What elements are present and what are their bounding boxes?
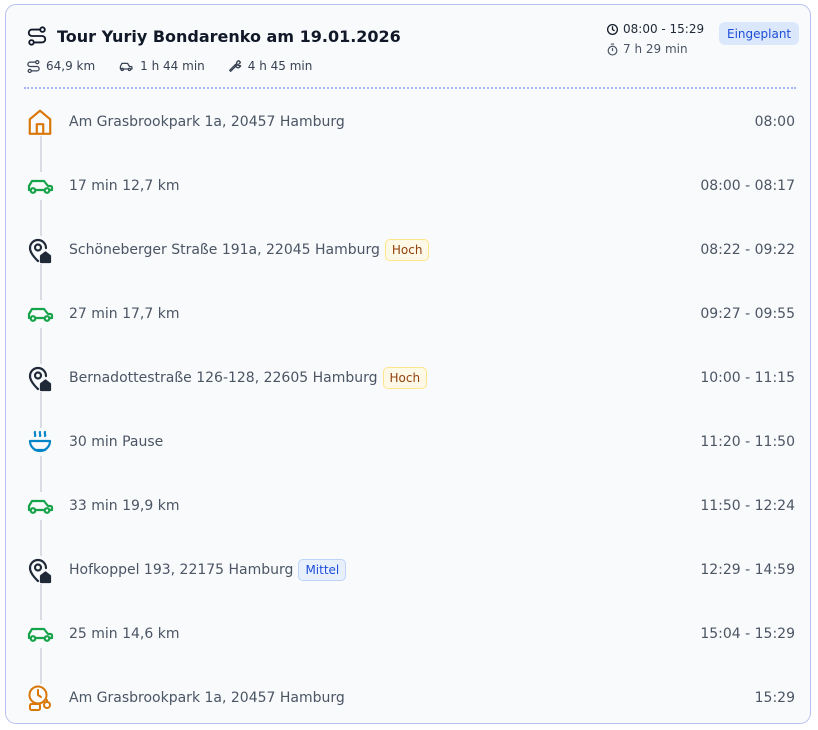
location-pin-icon <box>26 556 54 584</box>
timeline-row-drive[interactable]: 17 min 12,7 km 08:00 - 08:17 <box>6 154 810 218</box>
stopwatch-icon <box>607 42 618 56</box>
tour-header: Tour Yuriy Bondarenko am 19.01.2026 64,9… <box>6 5 810 87</box>
timeline-row-drive[interactable]: 25 min 14,6 km 15:04 - 15:29 <box>6 602 810 666</box>
duration-row: 7 h 29 min <box>606 41 704 57</box>
stop-address: Schöneberger Straße 191a, 22045 Hamburg … <box>69 239 430 261</box>
time-info: 08:00 - 15:29 7 h 29 min <box>606 21 704 61</box>
wrench-icon <box>228 60 242 72</box>
car-icon <box>26 620 54 648</box>
stop-label: Schöneberger Straße 191a, 22045 Hamburg <box>69 242 380 258</box>
timeline-row-stop[interactable]: Hofkoppel 193, 22175 Hamburg Mittel 12:2… <box>6 538 810 602</box>
drive-time-value: 1 h 44 min <box>140 59 205 73</box>
car-icon <box>26 300 54 328</box>
stop-address: Am Grasbrookpark 1a, 20457 Hamburg <box>69 690 345 706</box>
status-badge: Eingeplant <box>719 22 800 45</box>
route-distance-icon <box>27 59 40 73</box>
timeline-row-drive[interactable]: 33 min 19,9 km 11:50 - 12:24 <box>6 474 810 538</box>
tour-card: Tour Yuriy Bondarenko am 19.01.2026 64,9… <box>5 4 811 724</box>
car-icon <box>26 172 54 200</box>
drive-info: 27 min 17,7 km <box>69 306 179 322</box>
timeline-row-drive[interactable]: 27 min 17,7 km 09:27 - 09:55 <box>6 282 810 346</box>
home-icon <box>26 108 54 136</box>
clock-end-icon <box>26 684 54 712</box>
drive-info: 17 min 12,7 km <box>69 178 179 194</box>
stop-label: Bernadottestraße 126-128, 22605 Hamburg <box>69 370 378 386</box>
timeline-row-pause[interactable]: 30 min Pause 11:20 - 11:50 <box>6 410 810 474</box>
priority-badge: Hoch <box>382 367 428 389</box>
stop-address: Bernadottestraße 126-128, 22605 Hamburg … <box>69 367 428 389</box>
distance-stat: 64,9 km <box>26 58 95 74</box>
work-time-stat: 4 h 45 min <box>227 58 313 74</box>
drive-time: 09:27 - 09:55 <box>700 306 795 322</box>
pause-time: 11:20 - 11:50 <box>700 434 795 450</box>
distance-value: 64,9 km <box>46 59 96 73</box>
drive-time-stat: 1 h 44 min <box>117 58 205 74</box>
drive-info: 33 min 19,9 km <box>69 498 179 514</box>
drive-time: 11:50 - 12:24 <box>700 498 795 514</box>
drive-label: 33 min 19,9 km <box>69 498 180 514</box>
location-pin-icon <box>26 364 54 392</box>
priority-badge: Hoch <box>384 239 430 261</box>
stop-label: Am Grasbrookpark 1a, 20457 Hamburg <box>69 114 345 130</box>
drive-time: 08:00 - 08:17 <box>700 178 795 194</box>
timeline-row-stop[interactable]: Schöneberger Straße 191a, 22045 Hamburg … <box>6 218 810 282</box>
stop-time: 08:22 - 09:22 <box>700 242 795 258</box>
stop-time: 08:00 <box>754 114 795 130</box>
drive-label: 27 min 17,7 km <box>69 306 180 322</box>
pause-label: 30 min Pause <box>69 434 164 450</box>
drive-label: 25 min 14,6 km <box>69 626 180 642</box>
duration: 7 h 29 min <box>623 42 688 56</box>
work-time-value: 4 h 45 min <box>247 59 313 73</box>
drive-label: 17 min 12,7 km <box>69 178 180 194</box>
priority-badge: Mittel <box>298 559 347 581</box>
car-icon <box>26 492 54 520</box>
stop-address: Hofkoppel 193, 22175 Hamburg Mittel <box>69 559 347 581</box>
tour-stats: 64,9 km 1 h 44 min 4 h 45 min <box>26 58 334 74</box>
timeline-row-stop[interactable]: Bernadottestraße 126-128, 22605 Hamburg … <box>6 346 810 410</box>
drive-time: 15:04 - 15:29 <box>700 626 795 642</box>
soup-bowl-icon <box>26 428 54 456</box>
drive-info: 25 min 14,6 km <box>69 626 179 642</box>
stop-time: 15:29 <box>754 690 795 706</box>
stop-time: 12:29 - 14:59 <box>700 562 795 578</box>
timeline-row-end[interactable]: Am Grasbrookpark 1a, 20457 Hamburg 15:29 <box>6 666 810 730</box>
stop-label: Hofkoppel 193, 22175 Hamburg <box>69 562 294 578</box>
header-divider <box>24 87 796 89</box>
car-icon <box>119 62 133 71</box>
clock-icon <box>606 23 619 35</box>
stop-label: Am Grasbrookpark 1a, 20457 Hamburg <box>69 690 345 706</box>
timeline-row-home[interactable]: Am Grasbrookpark 1a, 20457 Hamburg 08:00 <box>6 90 810 154</box>
time-window: 08:00 - 15:29 <box>623 22 705 36</box>
tour-title: Tour Yuriy Bondarenko am 19.01.2026 <box>57 27 401 46</box>
location-pin-icon <box>26 236 54 264</box>
time-window-row: 08:00 - 15:29 <box>606 21 704 37</box>
pause-info: 30 min Pause <box>69 434 163 450</box>
stop-time: 10:00 - 11:15 <box>700 370 795 386</box>
stop-address: Am Grasbrookpark 1a, 20457 Hamburg <box>69 114 345 130</box>
route-icon <box>27 26 47 46</box>
